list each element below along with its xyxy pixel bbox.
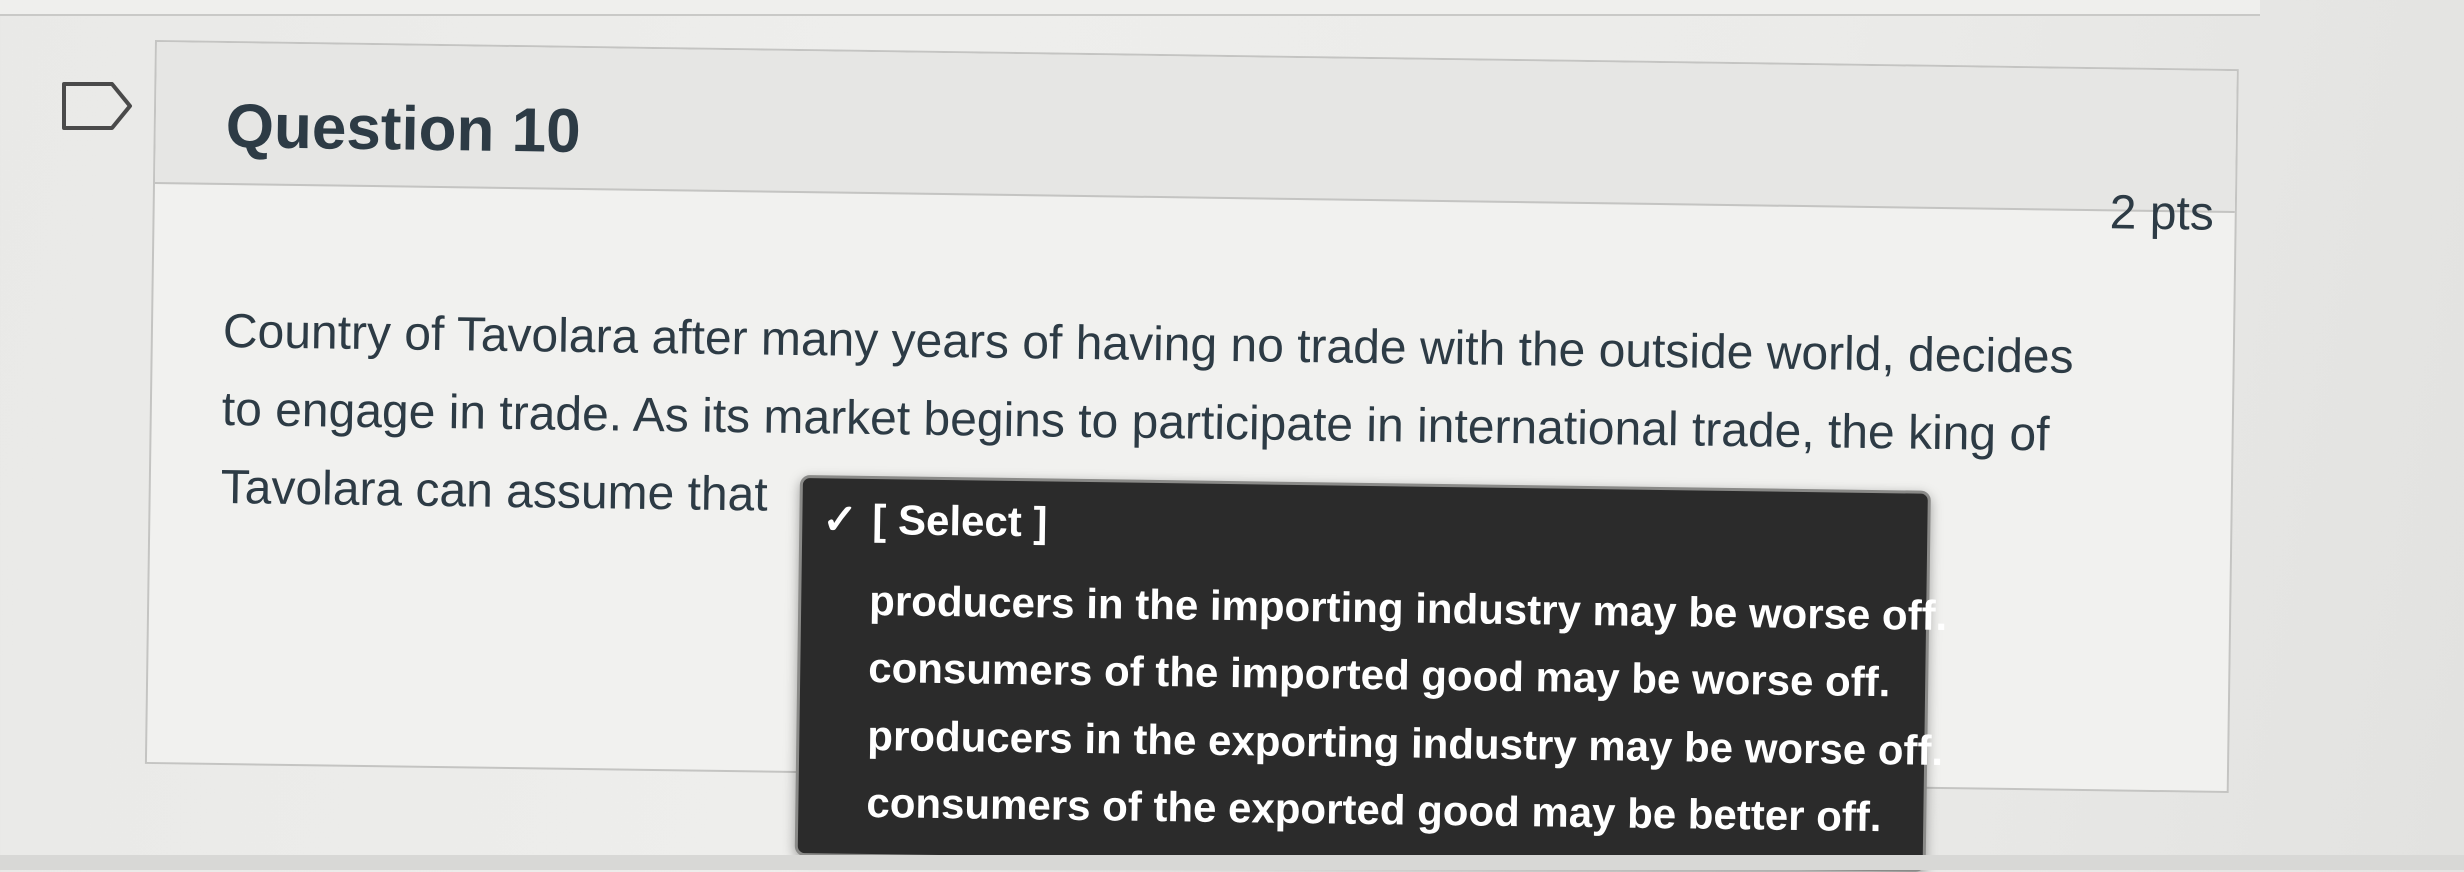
dropdown-option-select[interactable]: ✓ [ Select ]: [822, 494, 1048, 546]
page-bottom-edge: [0, 855, 2464, 870]
previous-question-edge: [0, 0, 2260, 16]
dropdown-option[interactable]: consumers of the exported good may be be…: [866, 779, 1882, 841]
dropdown-option-label: [ Select ]: [872, 496, 1048, 546]
question-title: Question 10: [225, 92, 582, 166]
question-header: Question 10 2 pts: [154, 42, 2237, 241]
dropdown-option[interactable]: consumers of the imported good may be wo…: [868, 644, 1891, 706]
dropdown-option[interactable]: producers in the exporting industry may …: [867, 712, 1943, 775]
check-icon: ✓: [822, 495, 858, 543]
flag-icon[interactable]: [60, 80, 134, 132]
dropdown-option[interactable]: producers in the importing industry may …: [869, 577, 1948, 640]
question-points: 2 pts: [2109, 186, 2215, 241]
answer-dropdown[interactable]: ✓ [ Select ] producers in the importing i…: [794, 475, 1948, 872]
